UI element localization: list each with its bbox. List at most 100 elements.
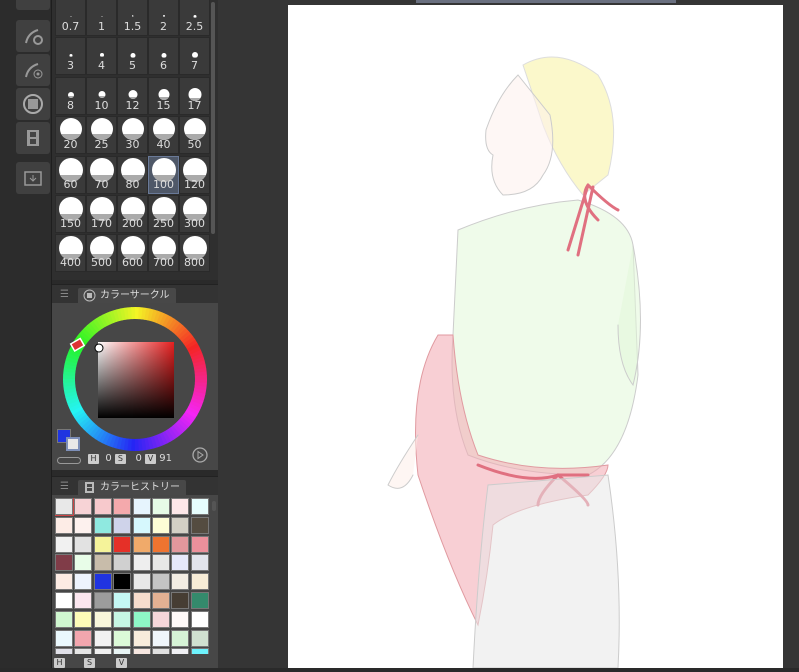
color-history-swatch[interactable] [190, 648, 209, 654]
color-history-swatch[interactable] [93, 554, 112, 572]
color-history-swatch[interactable] [152, 498, 170, 515]
brush-size-100[interactable]: 100 [148, 155, 179, 194]
brush-size-3[interactable]: 3 [55, 37, 86, 76]
color-history-swatch[interactable] [113, 610, 132, 628]
color-history-swatch[interactable] [74, 535, 93, 553]
brush-size-500[interactable]: 500 [86, 234, 117, 273]
animation-film-icon[interactable] [16, 122, 50, 154]
color-history-swatch[interactable] [93, 535, 112, 553]
color-history-swatch[interactable] [55, 516, 73, 534]
brush-size-400[interactable]: 400 [55, 234, 86, 273]
color-history-swatch[interactable] [152, 592, 170, 609]
color-history-swatch[interactable] [190, 629, 209, 647]
brush-size-800[interactable]: 800 [179, 234, 210, 273]
color-history-swatch[interactable] [152, 610, 170, 628]
brush-size-40[interactable]: 40 [148, 116, 179, 155]
color-history-swatch[interactable] [152, 573, 170, 591]
color-history-swatch[interactable] [93, 498, 112, 515]
color-history-swatch[interactable] [152, 648, 170, 654]
color-history-swatch[interactable] [55, 592, 73, 609]
brush-size-170[interactable]: 170 [86, 195, 117, 233]
color-history-swatch[interactable] [190, 573, 209, 591]
color-history-swatch[interactable] [113, 498, 132, 515]
color-history-scrollbar[interactable] [212, 501, 216, 511]
color-history-swatch[interactable] [152, 535, 170, 553]
brush-size-80[interactable]: 80 [117, 155, 148, 194]
brush-size-10[interactable]: 10 [86, 76, 117, 115]
brush-size-150[interactable]: 150 [55, 195, 86, 233]
color-history-swatch[interactable] [171, 573, 190, 591]
brush-size-60[interactable]: 60 [55, 155, 86, 194]
tab-color-history[interactable]: カラーヒストリー [78, 480, 186, 495]
brush-size-25[interactable]: 25 [86, 116, 117, 155]
color-history-swatch[interactable] [55, 573, 73, 591]
drawing-canvas[interactable] [288, 5, 783, 669]
color-history-swatch[interactable] [132, 554, 151, 572]
brush-size-300[interactable]: 300 [179, 195, 210, 233]
color-history-swatch[interactable] [93, 516, 112, 534]
brush-size-icon[interactable] [16, 54, 50, 86]
color-history-swatch[interactable] [132, 573, 151, 591]
color-history-swatch[interactable] [55, 498, 74, 516]
tab-color-circle[interactable]: カラーサークル [78, 288, 176, 303]
color-circle-icon[interactable] [16, 88, 50, 120]
brush-size-200[interactable]: 200 [117, 195, 148, 233]
color-history-swatch[interactable] [113, 573, 132, 591]
color-history-swatch[interactable] [74, 592, 93, 609]
sv-picker-handle[interactable] [94, 343, 104, 353]
brush-size-8[interactable]: 8 [55, 76, 86, 115]
color-history-swatch[interactable] [74, 516, 93, 534]
brush-size-50[interactable]: 50 [179, 116, 210, 155]
color-history-swatch[interactable] [190, 610, 209, 628]
color-history-swatch[interactable] [93, 592, 112, 609]
color-history-swatch[interactable] [74, 648, 93, 654]
color-history-swatch[interactable] [171, 535, 190, 553]
play-arrow-icon[interactable] [192, 447, 208, 463]
color-history-swatch[interactable] [132, 629, 151, 647]
color-history-swatch[interactable] [190, 516, 209, 534]
color-history-swatch[interactable] [132, 648, 151, 654]
color-history-swatch[interactable] [55, 554, 73, 572]
color-history-swatch[interactable] [55, 629, 73, 647]
brush-size-120[interactable]: 120 [179, 155, 210, 194]
color-history-swatch[interactable] [152, 554, 170, 572]
sub-color-swatch[interactable] [66, 437, 80, 451]
brush-size-2[interactable]: 2 [148, 0, 179, 36]
brush-size-15[interactable]: 15 [148, 76, 179, 115]
color-history-swatch[interactable] [74, 629, 93, 647]
color-history-swatch[interactable] [113, 516, 132, 534]
brush-size-30[interactable]: 30 [117, 116, 148, 155]
color-history-swatch[interactable] [190, 554, 209, 572]
brush-size-1.5[interactable]: 1.5 [117, 0, 148, 36]
brush-size-12[interactable]: 12 [117, 76, 148, 115]
brush-size-600[interactable]: 600 [117, 234, 148, 273]
brush-size-1[interactable]: 1 [86, 0, 117, 36]
color-history-swatch[interactable] [171, 610, 190, 628]
transparent-color-toggle[interactable] [57, 457, 81, 464]
color-history-swatch[interactable] [113, 648, 132, 654]
color-history-swatch[interactable] [74, 554, 93, 572]
panel-menu-icon[interactable]: ☰ [60, 481, 69, 492]
color-history-swatch[interactable] [74, 498, 93, 515]
material-folder-icon[interactable] [16, 162, 50, 194]
brush-size-70[interactable]: 70 [86, 155, 117, 194]
color-history-swatch[interactable] [93, 610, 112, 628]
brush-size-20[interactable]: 20 [55, 116, 86, 155]
color-history-swatch[interactable] [113, 592, 132, 609]
brush-size-4[interactable]: 4 [86, 37, 117, 76]
panel-menu-icon[interactable]: ☰ [60, 289, 69, 300]
brush-size-2.5[interactable]: 2.5 [179, 0, 210, 36]
color-history-swatch[interactable] [171, 648, 190, 654]
brush-size-6[interactable]: 6 [148, 37, 179, 76]
color-history-swatch[interactable] [132, 592, 151, 609]
color-history-swatch[interactable] [171, 629, 190, 647]
brush-size-7[interactable]: 7 [179, 37, 210, 76]
color-history-swatch[interactable] [152, 629, 170, 647]
color-history-swatch[interactable] [171, 592, 190, 609]
color-history-swatch[interactable] [190, 535, 209, 553]
color-history-swatch[interactable] [171, 554, 190, 572]
color-history-swatch[interactable] [171, 498, 190, 515]
color-history-swatch[interactable] [55, 535, 73, 553]
horizontal-scrollbar[interactable] [416, 0, 676, 3]
brush-size-scrollbar[interactable] [211, 2, 215, 234]
